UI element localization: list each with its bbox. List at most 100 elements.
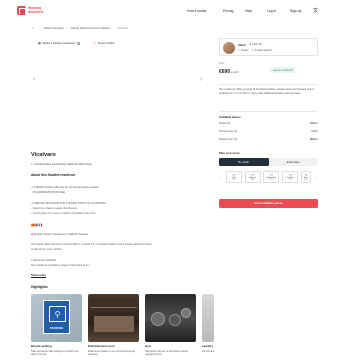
gallery-next-arrow-icon[interactable]: › <box>200 77 202 83</box>
description-special-line-3: - Coming the room once a month is includ… <box>31 212 96 215</box>
nav-login[interactable]: Log in <box>267 9 276 13</box>
highlight-card-laundry[interactable]: Laundry On-site laundry <box>202 294 214 353</box>
breadcrumb-current: Vicalvaro <box>117 26 129 30</box>
nav-how-it-works[interactable]: How it works <box>187 9 206 13</box>
place-type: Studio (4) <box>219 122 230 125</box>
check-icon: ✔ <box>238 50 240 52</box>
language-icon[interactable]: 文 <box>313 7 318 14</box>
breadcrumb-separator: › <box>66 26 68 30</box>
special-text: SPECIAL DISCOUNT FOR LONGER STAYS OF 10 … <box>34 202 106 205</box>
place-size: 7 m²+ <box>311 130 318 133</box>
host-tags: ✔ Identity ✔ Trusted Landlord <box>238 49 275 53</box>
description-studio-line-2: is also AC for your comfort. <box>31 248 63 251</box>
language-flags: 🇪🇸🇬🇧🇮🇹 <box>31 223 43 227</box>
people-icon: ● <box>31 163 33 166</box>
price-amount: €690 <box>219 69 231 75</box>
breadcrumb-separator: › <box>113 26 115 30</box>
highlights-heading: Highlights <box>31 285 48 289</box>
highlight-card-gym[interactable]: Gym Stay active with an on-site fitness … <box>145 294 196 356</box>
gallery-prev-arrow-icon[interactable]: ‹ <box>33 77 35 83</box>
tenants-note: ● 4 tenants have successfully called thi… <box>31 163 92 166</box>
photo-gallery[interactable]: ‹ › <box>30 49 208 139</box>
available-place-row[interactable]: Private room (1) 7 m²+ <box>219 130 318 133</box>
highlight-description: Relax and socialize in our communal loun… <box>88 349 136 356</box>
month-year: 2025 <box>288 179 293 182</box>
avatar <box>223 42 235 54</box>
calendar-icon: ▭ <box>232 172 236 177</box>
laundry-image <box>202 294 214 342</box>
weight-plate-shape <box>181 308 191 318</box>
price-from-label: From <box>219 63 225 65</box>
breadcrumb-madrid-housing[interactable]: Madrid Housing <box>44 26 64 30</box>
host-tag-trusted: ✔ Trusted Landlord <box>251 49 272 53</box>
chevron-right-icon[interactable]: › <box>314 171 318 195</box>
chevron-left-icon[interactable]: ‹ <box>219 171 223 195</box>
residence-summary: The residence offers a range of furnishe… <box>219 88 315 95</box>
entertainment-room-image <box>88 294 139 342</box>
highlight-card-bicycle[interactable]: ⚲ PARKING Bicycle parking Safe and secur… <box>31 294 82 356</box>
month-option[interactable]: ▭ September 2025 <box>263 171 280 183</box>
available-place-row[interactable]: Shared room (2) 18 m²+ <box>219 138 318 141</box>
highlight-card-entertainment[interactable]: Entertainment room Relax and socialize i… <box>88 294 139 356</box>
available-places-heading: Available places <box>219 115 241 119</box>
parking-sign-text: PARKING <box>49 326 64 330</box>
month-option[interactable]: ▭ August 2025 <box>244 171 261 183</box>
discount-badge[interactable]: Get up to 10% off <box>270 67 296 73</box>
description-residence-line: ▦ Modern Student Residence in Madrid Vic… <box>31 233 209 237</box>
tenant-verified-badge: ✔ Tenant verified <box>93 41 114 45</box>
host-rating: ★ 4.9/5 (73) <box>249 43 263 46</box>
plan-move-heading: Plan your move <box>219 151 240 155</box>
parking-sign: ⚲ PARKING <box>43 300 70 334</box>
shelf-shape <box>90 298 137 308</box>
month-year: 2025 <box>304 179 309 182</box>
listing-title: Vicalvaro <box>31 152 56 158</box>
top-header: Housing Anywhere How it works Pricing He… <box>0 0 337 22</box>
description-promo-line-2: - NO ADMINISTRATION FEE <box>31 191 65 194</box>
date-mode-toggle: By month Exact dates <box>219 158 318 166</box>
breadcrumb-separator: › <box>40 26 41 30</box>
description-studio-line: This studio offers access to a bed (135c… <box>31 243 152 246</box>
month-option[interactable]: ▭ Nove 2025 <box>301 171 312 183</box>
highlight-title: Laundry <box>202 344 214 348</box>
place-size: 13 m²+ <box>310 122 318 125</box>
by-month-tab[interactable]: By month <box>219 158 269 166</box>
price-unit: /month <box>230 71 239 74</box>
show-available-places-button[interactable]: Show available places <box>219 199 318 208</box>
student-residence-label: What's a Student residence? <box>42 41 76 45</box>
highlight-description: On-site laundry <box>202 349 214 353</box>
logo[interactable]: Housing Anywhere <box>17 6 48 15</box>
home-icon[interactable]: ⌂ <box>32 26 34 30</box>
nav-pricing[interactable]: Pricing <box>223 9 233 13</box>
residence-text: Modern Student Residence in Madrid Vicál… <box>34 233 89 236</box>
month-option[interactable]: ▭ July 2025 <box>225 171 242 183</box>
highlight-description: Safe and secure bike storage to support … <box>31 349 79 356</box>
host-tag-trusted-label: Trusted Landlord <box>254 49 272 52</box>
host-tag-identity-label: Identity <box>240 49 249 52</box>
logo-icon <box>17 6 26 15</box>
gym-image <box>145 294 196 342</box>
month-year: 2025 <box>231 179 236 182</box>
month-picker: ‹ ▭ July 2025 ▭ August 2025 ▭ September … <box>219 171 318 195</box>
about-heading: About this Student residence <box>31 173 76 177</box>
student-residence-badge[interactable]: ▦ What's a Student residence? i <box>38 41 81 45</box>
info-icon[interactable]: i <box>77 41 81 45</box>
description-promo-line: ★ PROMO FLASH valid only for HousingAnyw… <box>31 186 209 190</box>
calendar-icon: ▭ <box>304 172 308 177</box>
month-option[interactable]: ▭ October 2025 <box>282 171 299 183</box>
badge-row: ▦ What's a Student residence? i ✔ Tenant… <box>38 41 127 45</box>
description-special-line-2: - Select your dates to apply the discoun… <box>31 207 78 210</box>
exact-dates-tab[interactable]: Exact dates <box>269 158 319 166</box>
highlight-description: Stay active with an on-site fitness cent… <box>145 349 189 356</box>
bicycle-parking-image: ⚲ PARKING <box>31 294 82 342</box>
show-more-link[interactable]: Show more <box>31 273 46 277</box>
nav-signup[interactable]: Sign up <box>290 9 302 13</box>
host-card[interactable]: Xiaoli ★ 4.9/5 (73) ✔ Identity ✔ Trusted… <box>219 38 318 56</box>
available-place-row[interactable]: Studio (4) 13 m²+ <box>219 122 318 125</box>
breadcrumb-student-accommodation[interactable]: Madrid Student Accommodation <box>71 26 111 30</box>
nav-help[interactable]: Help <box>245 9 252 13</box>
weight-plate-shape <box>151 312 165 326</box>
about-text: About the residence: <box>33 259 57 262</box>
highlight-title: Bicycle parking <box>31 344 52 348</box>
shield-check-icon: ✔ <box>93 41 96 45</box>
price-block: From €690 /month Get up to 10% off <box>219 63 318 81</box>
